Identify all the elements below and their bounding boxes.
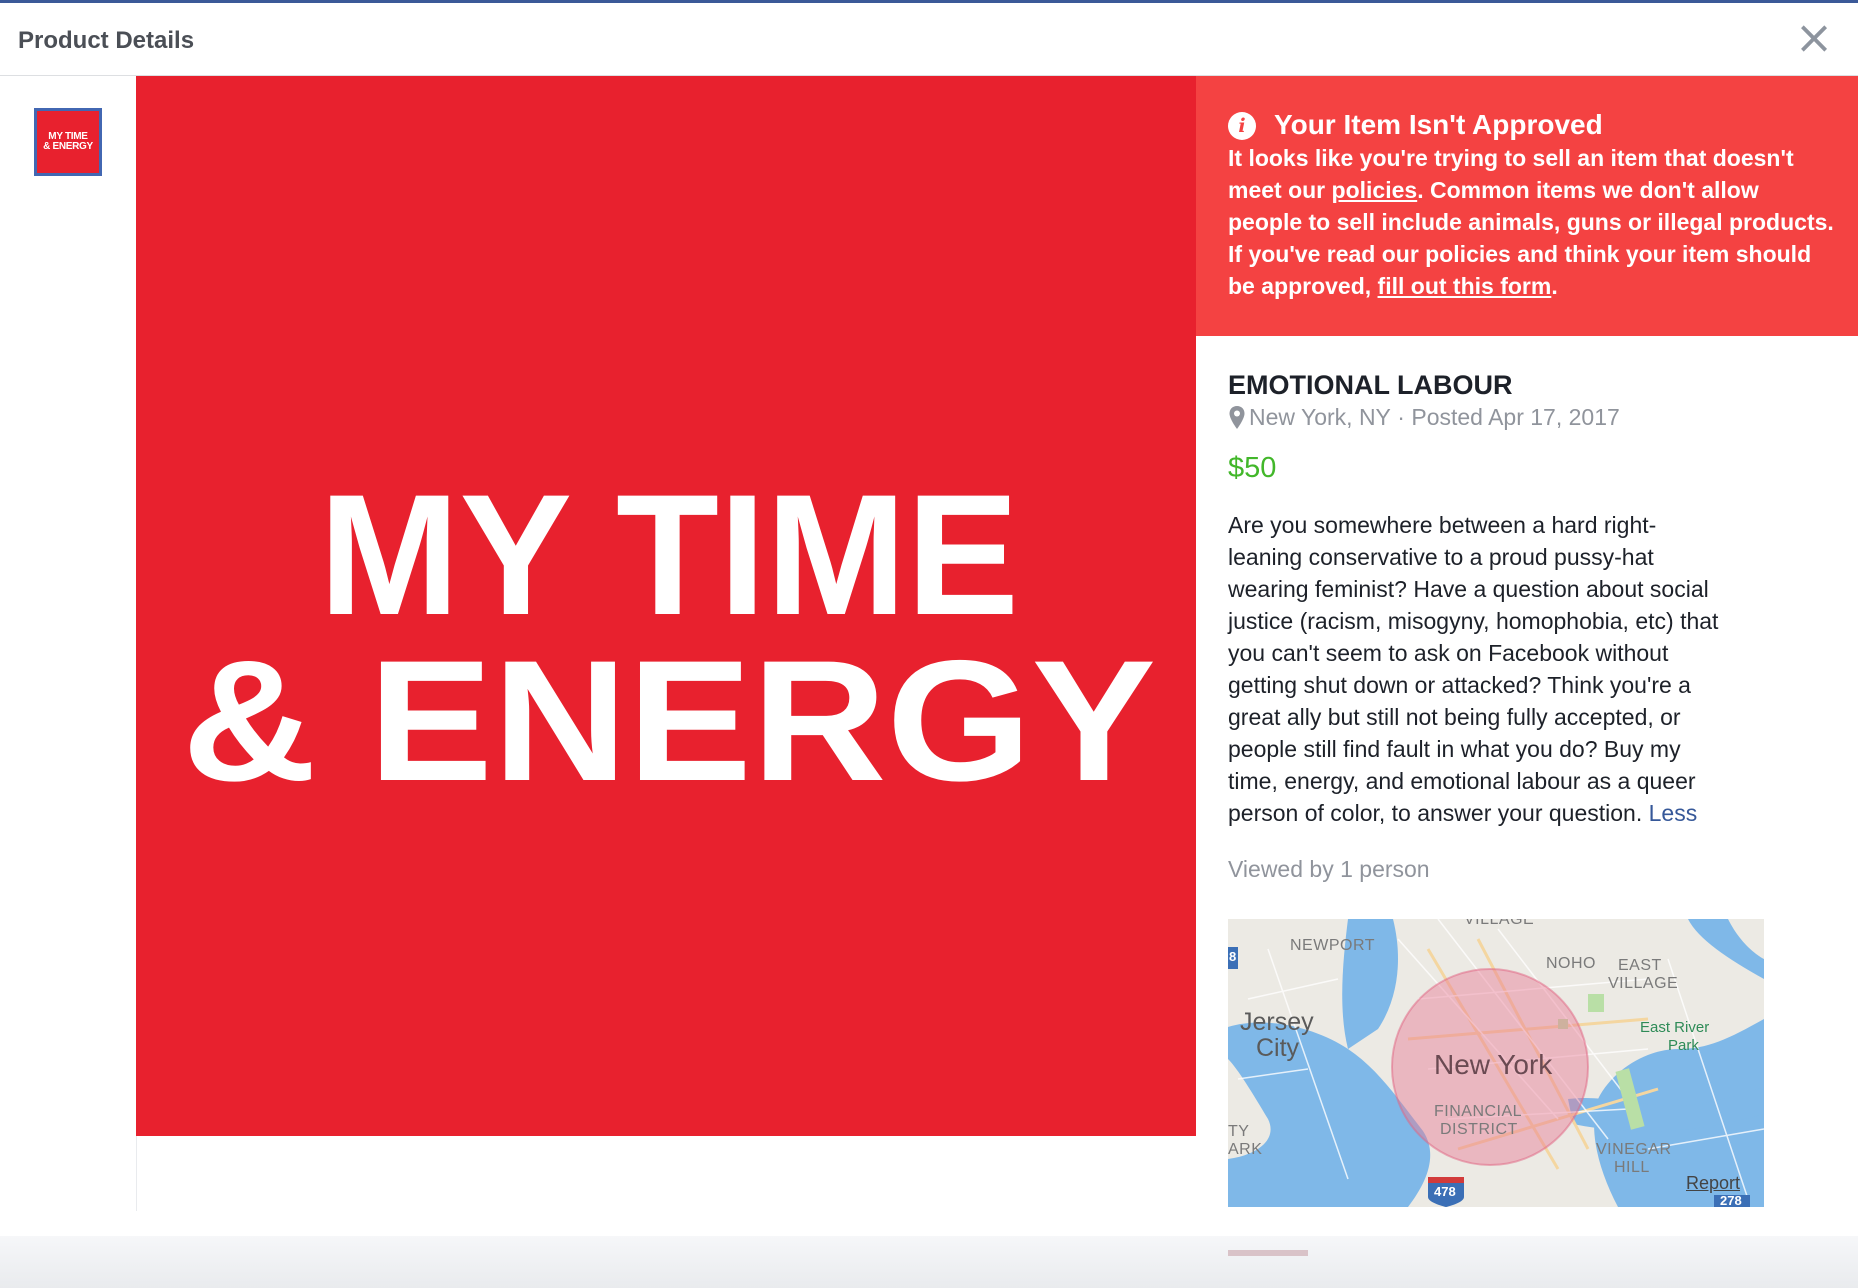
map-label-vinegar: VINEGAR [1596,1141,1672,1158]
meta-separator: · [1390,404,1412,430]
description-line-last: person of color, to answer your question… [1228,797,1788,829]
less-link[interactable]: Less [1649,800,1698,826]
map-shield-8: 8 [1229,949,1237,964]
product-image-text: MY TIME & ENERGY [182,459,1156,817]
description-line: you can't seem to ask on Facebook withou… [1228,640,1669,666]
listing-price: $50 [1228,452,1277,484]
map-report-link[interactable]: Report [1686,1173,1740,1194]
alert-title: Your Item Isn't Approved [1274,109,1603,140]
dialog-title: Product Details [18,27,195,54]
alert-message: It looks like you're trying to sell an i… [1228,142,1838,302]
location-pin-icon [1229,405,1245,429]
not-approved-alert: i Your Item Isn't Approved It looks like… [1196,76,1858,336]
map-label-east-river: East River [1640,1019,1710,1036]
map-label-financial: FINANCIAL [1434,1103,1523,1120]
map-label-park: Park [1668,1037,1699,1054]
details-panel: i Your Item Isn't Approved It looks like… [1196,76,1858,1288]
map-label-jersey: Jersey [1240,1008,1314,1036]
listing-location: New York, NY [1249,404,1391,430]
product-thumbnail[interactable]: MY TIME & ENERGY [34,108,102,176]
description-line: wearing feminist? Have a question about … [1228,576,1709,602]
map-label-city: City [1256,1034,1300,1062]
view-count: Viewed by 1 person [1228,856,1430,882]
thumbnail-text-line-2: & ENERGY [43,141,93,152]
map-shield-478: 478 [1434,1184,1456,1199]
map-label-district: DISTRICT [1440,1121,1518,1138]
description-line: people still find fault in what you do? … [1228,736,1681,762]
product-image: MY TIME & ENERGY [136,76,1196,1136]
map-label-newport: NEWPORT [1290,937,1375,954]
map-label-ark: ARK [1228,1141,1263,1158]
map-label-ty: TY [1228,1123,1250,1140]
description-line: time, energy, and emotional labour as a … [1228,768,1696,794]
map-label-new-york: New York [1434,1049,1553,1080]
dialog-bottom-strip [0,1236,1858,1288]
description-line: leaning conservative to a proud pussy-ha… [1228,544,1654,570]
description-line: justice (racism, misogyny, homophobia, e… [1228,608,1719,634]
thumbnail-column: MY TIME & ENERGY [0,76,137,1211]
product-image-line-2: & ENERGY [182,625,1156,817]
policies-link[interactable]: policies [1332,177,1418,203]
listing-meta: New York, NY · Posted Apr 17, 2017 [1228,404,1620,431]
product-image-line-1: MY TIME [319,459,1019,651]
fill-out-form-link[interactable]: fill out this form [1378,273,1552,299]
map-label-noho: NOHO [1546,955,1596,972]
map-label-east-village-1: EAST [1618,957,1662,974]
map-label-hill: HILL [1614,1159,1650,1176]
description-line: getting shut down or attacked? Think you… [1228,672,1691,698]
listing-description: Are you somewhere between a hard right- … [1228,509,1788,829]
map-label-east-village-2: VILLAGE [1608,975,1679,992]
info-icon: i [1228,112,1256,140]
listing-title: EMOTIONAL LABOUR [1228,370,1513,400]
close-button[interactable]: × [1794,14,1834,60]
posted-date: Posted Apr 17, 2017 [1411,404,1620,430]
map-shield-278: 278 [1720,1193,1742,1207]
description-line: person of color, to answer your question… [1228,800,1643,826]
description-line: Are you somewhere between a hard right- [1228,512,1657,538]
dialog-header: Product Details × [0,3,1858,76]
description-line: great ally but still not being fully acc… [1228,704,1681,730]
map-label-village: VILLAGE [1464,919,1535,928]
alert-text-part-3: . [1551,273,1558,299]
next-item-peek [1228,1250,1308,1256]
location-map[interactable]: VILLAGE NEWPORT NOHO EAST VILLAGE Jersey… [1228,919,1764,1207]
